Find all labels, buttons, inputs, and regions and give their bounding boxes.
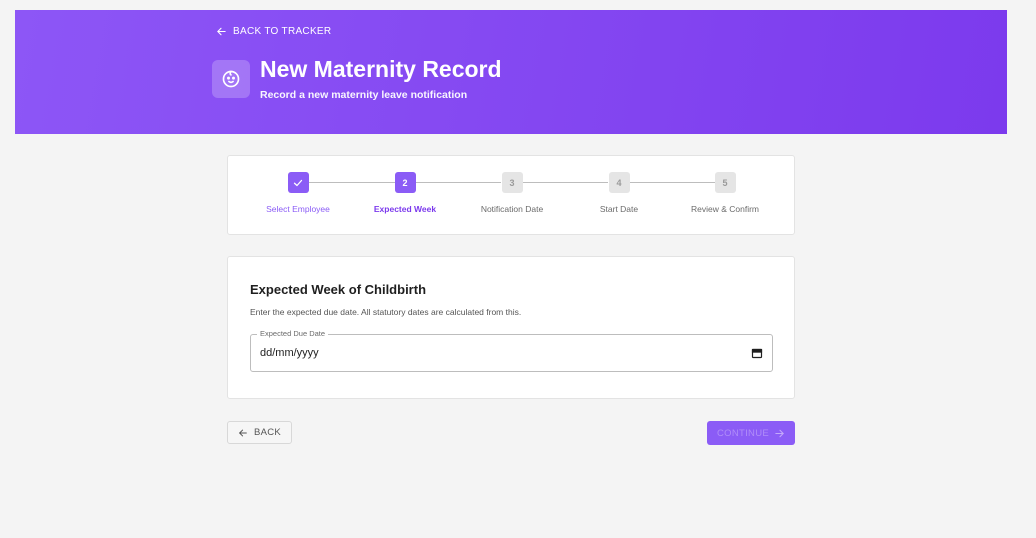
page-title: New Maternity Record bbox=[260, 56, 502, 82]
back-to-tracker-label: BACK TO TRACKER bbox=[233, 26, 332, 37]
step-select-employee[interactable]: Select Employee bbox=[243, 172, 353, 214]
expected-week-form: Expected Week of Childbirth Enter the ex… bbox=[227, 256, 795, 399]
back-button[interactable]: BACK bbox=[227, 421, 292, 444]
continue-button-label: CONTINUE bbox=[716, 427, 769, 439]
step-label: Notification Date bbox=[480, 204, 544, 214]
step-review-confirm[interactable]: 5 Review & Confirm bbox=[670, 172, 780, 214]
step-marker: 3 bbox=[501, 172, 523, 193]
form-description: Enter the expected due date. All statuto… bbox=[250, 307, 522, 317]
continue-button[interactable]: CONTINUE bbox=[707, 421, 795, 445]
step-label: Select Employee bbox=[266, 204, 330, 214]
page-header bbox=[15, 10, 1007, 134]
step-label: Review & Confirm bbox=[690, 204, 760, 214]
back-button-label: BACK bbox=[253, 427, 282, 438]
step-marker: 2 bbox=[394, 172, 416, 193]
expected-due-date-label: Expected Due Date bbox=[257, 329, 329, 338]
back-to-tracker-link[interactable]: BACK TO TRACKER bbox=[216, 26, 331, 37]
page-subtitle: Record a new maternity leave notificatio… bbox=[260, 89, 468, 101]
step-start-date[interactable]: 4 Start Date bbox=[564, 172, 674, 214]
arrow-right-icon bbox=[775, 429, 784, 437]
step-notification-date[interactable]: 3 Notification Date bbox=[457, 172, 567, 214]
date-placeholder: dd/mm/yyyy bbox=[260, 347, 319, 359]
step-label: Start Date bbox=[599, 204, 639, 214]
calendar-icon[interactable] bbox=[751, 347, 763, 359]
progress-stepper: Select Employee 2 Expected Week 3 Notifi… bbox=[227, 155, 795, 235]
step-marker: 5 bbox=[714, 172, 736, 193]
check-icon bbox=[293, 179, 303, 186]
expected-due-date-input[interactable]: Expected Due Date dd/mm/yyyy bbox=[250, 329, 773, 372]
step-expected-week[interactable]: 2 Expected Week bbox=[350, 172, 460, 214]
step-marker bbox=[287, 172, 309, 193]
header-icon-badge bbox=[212, 60, 250, 98]
baby-face-icon bbox=[222, 70, 240, 88]
step-marker: 4 bbox=[608, 172, 630, 193]
form-title: Expected Week of Childbirth bbox=[250, 282, 427, 297]
step-label: Expected Week bbox=[373, 204, 437, 214]
arrow-left-icon bbox=[239, 429, 247, 436]
arrow-left-icon bbox=[217, 27, 226, 36]
